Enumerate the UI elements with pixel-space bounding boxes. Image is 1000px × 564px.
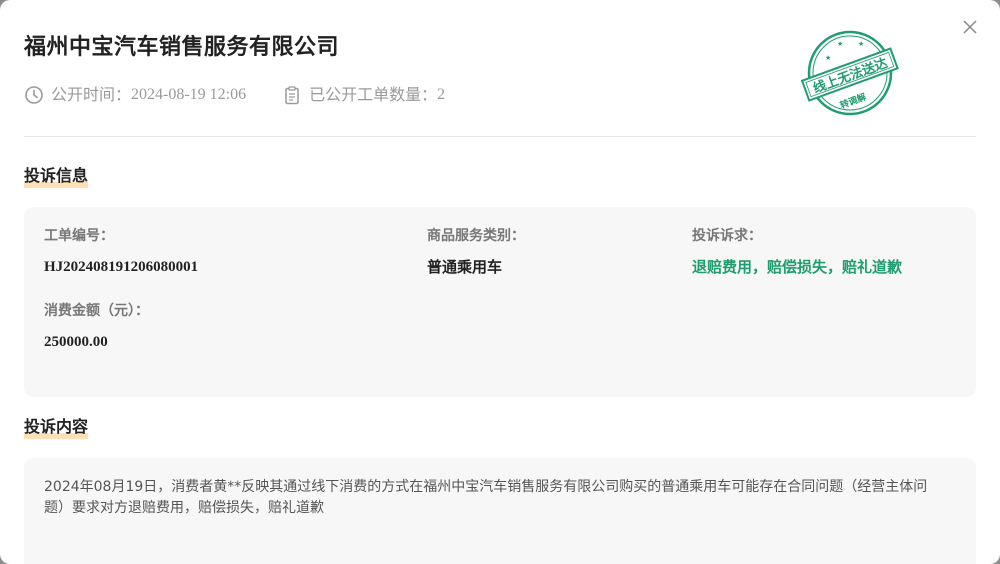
complaint-content-title: 投诉内容 [24, 416, 89, 439]
clipboard-icon [282, 85, 302, 105]
header-divider [24, 136, 976, 137]
publish-time-label: 公开时间： [51, 85, 132, 104]
demand-field: 投诉诉求： 退赔费用，赔偿损失，赔礼道歉 [692, 226, 902, 278]
complaint-info-title: 投诉信息 [24, 165, 89, 188]
demand-label: 投诉诉求： [692, 228, 762, 244]
amount-value: 250000.00 [44, 334, 108, 350]
publish-time-value: 2024-08-19 12:06 [131, 86, 247, 103]
category-label: 商品服务类别： [427, 228, 525, 244]
svg-text:★: ★ [858, 40, 864, 48]
order-no-field: 工单编号： HJ202408191206080001 [44, 226, 198, 278]
complaint-content-text: 2024年08月19日，消费者黄**反映其通过线下消费的方式在福州中宝汽车销售服… [44, 479, 928, 516]
amount-field: 消费金额（元）： 250000.00 [44, 301, 149, 353]
category-value: 普通乘用车 [427, 258, 503, 276]
stamp-sub-text: 转调解 [838, 91, 867, 112]
complaint-content-card: 2024年08月19日，消费者黄**反映其通过线下消费的方式在福州中宝汽车销售服… [24, 458, 976, 564]
demand-value: 退赔费用，赔偿损失，赔礼道歉 [692, 258, 903, 276]
company-name: 福州中宝汽车销售服务有限公司 [24, 35, 340, 60]
published-count-value: 2 [437, 86, 446, 103]
clock-icon [24, 85, 44, 105]
published-count-item: 已公开工单数量： 2 [282, 84, 445, 106]
complaint-detail-modal: 福州中宝汽车销售服务有限公司 公开时间： 2024-08-19 12:06 已公… [0, 0, 1000, 564]
order-no-label: 工单编号： [44, 228, 114, 244]
svg-text:★: ★ [837, 40, 843, 48]
svg-text:★: ★ [825, 54, 831, 62]
order-no-value: HJ202408191206080001 [44, 259, 199, 275]
close-icon[interactable] [960, 17, 980, 37]
meta-row: 公开时间： 2024-08-19 12:06 已公开工单数量： 2 [24, 84, 445, 106]
stamp: ★ ★ ★ 线上无法送达 转调解 [798, 28, 902, 118]
amount-label: 消费金额（元）： [44, 303, 149, 319]
publish-time-item: 公开时间： 2024-08-19 12:06 [24, 84, 246, 106]
complaint-info-card: 工单编号： HJ202408191206080001 商品服务类别： 普通乘用车… [24, 207, 976, 397]
published-count-label: 已公开工单数量： [309, 85, 438, 104]
category-field: 商品服务类别： 普通乘用车 [427, 226, 525, 278]
